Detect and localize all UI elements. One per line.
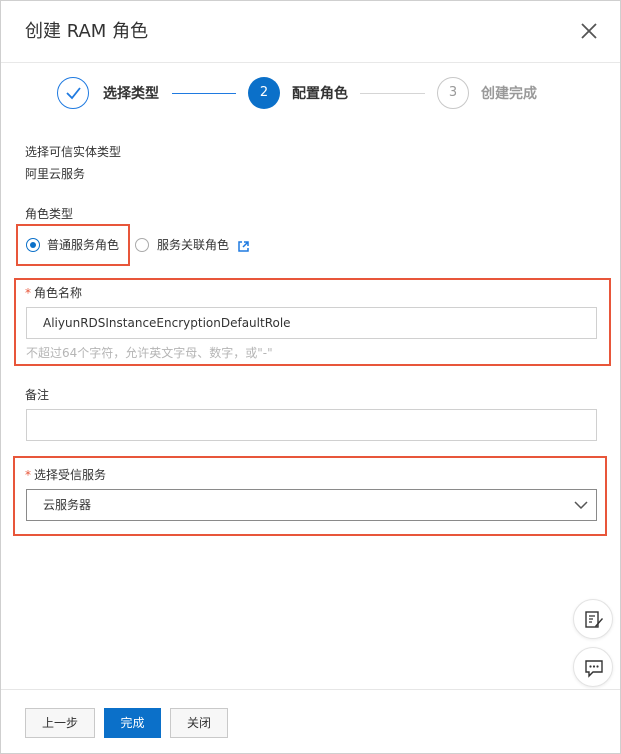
trusted-service-label-text: 选择受信服务 [34,468,107,482]
step-3-number: 3 [437,77,469,109]
radio-normal-service-role-label[interactable]: 普通服务角色 [47,238,119,252]
dialog-title: 创建 RAM 角色 [25,21,149,42]
step-connector-1 [172,93,236,94]
role-name-hint: 不超过64个字符，允许英文字母、数字，或"-" [26,346,273,360]
role-name-label: * 角色名称 [25,284,82,301]
step-1-label: 选择类型 [103,86,159,102]
radio-normal-service-role[interactable] [26,238,40,252]
edit-note-icon [585,611,603,628]
entity-type-value: 阿里云服务 [25,167,86,181]
trusted-service-value: 云服务器 [43,498,92,512]
step-3-label: 创建完成 [481,86,537,102]
external-link-icon[interactable] [237,238,250,252]
dialog-header: 创建 RAM 角色 [1,1,620,63]
close-icon[interactable] [578,20,600,42]
role-type-label: 角色类型 [25,207,74,221]
step-1-check-icon [57,77,89,109]
edit-feedback-button[interactable] [573,599,613,639]
chat-button[interactable] [573,647,613,687]
required-mark: * [25,286,31,300]
trusted-service-label: * 选择受信服务 [25,466,106,483]
dialog-footer: 上一步 完成 关闭 [1,689,620,753]
note-label: 备注 [25,388,50,402]
close-button[interactable]: 关闭 [170,708,228,738]
step-2-number: 2 [248,77,280,109]
step-connector-2 [360,93,425,94]
chat-icon [585,660,603,678]
stepper: 选择类型 2 配置角色 3 创建完成 [57,77,557,111]
role-name-label-text: 角色名称 [34,286,83,300]
finish-button[interactable]: 完成 [104,708,161,738]
entity-type-label: 选择可信实体类型 [25,145,122,159]
trusted-service-select[interactable]: 云服务器 [26,489,597,521]
note-input[interactable] [26,409,597,441]
role-name-input[interactable]: AliyunRDSInstanceEncryptionDefaultRole [26,307,597,339]
create-ram-role-dialog: 创建 RAM 角色 选择类型 2 配置角色 3 创建完成 选择可信实体类型 阿里… [0,0,621,754]
radio-service-linked-role-label[interactable]: 服务关联角色 [157,238,229,252]
step-2-label: 配置角色 [292,86,348,102]
required-mark: * [25,468,31,482]
radio-service-linked-role[interactable] [135,238,149,252]
previous-step-button[interactable]: 上一步 [25,708,95,738]
chevron-down-icon [574,501,588,510]
